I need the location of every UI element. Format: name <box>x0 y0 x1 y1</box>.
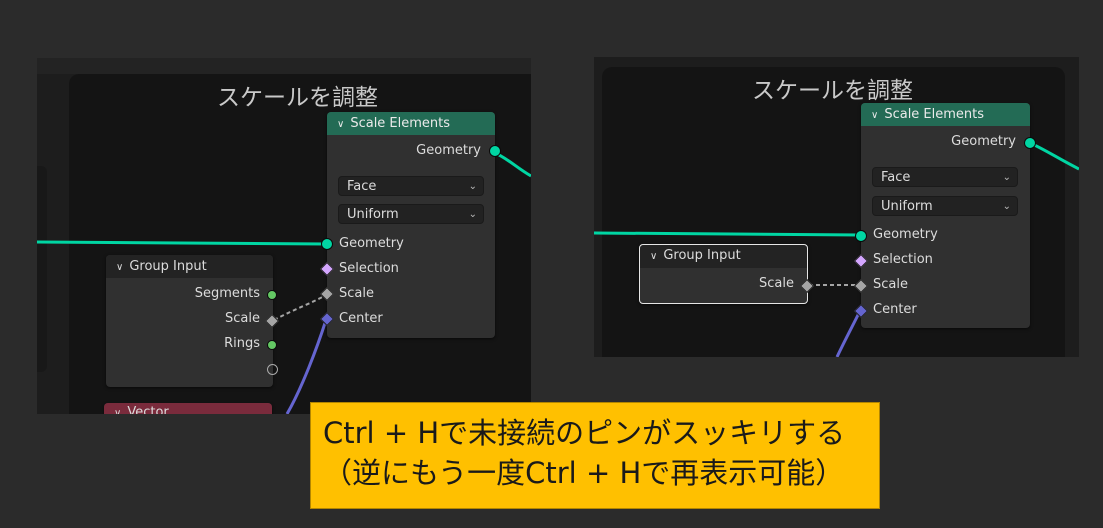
geometry-output-socket[interactable] <box>489 145 501 157</box>
node-title: Group Input <box>663 248 741 263</box>
callout-line-2: （逆にもう一度Ctrl + Hで再表示可能） <box>323 456 845 490</box>
input-label: Center <box>873 302 917 317</box>
domain-dropdown[interactable]: Face ⌄ <box>338 176 484 196</box>
annotation-callout: Ctrl + Hで未接続のピンがスッキリする （逆にもう一度Ctrl + Hで再… <box>310 402 880 509</box>
input-label: Scale <box>873 277 908 292</box>
node-header[interactable]: ∨ Scale Elements <box>861 103 1030 126</box>
center-vector-wire <box>835 310 862 357</box>
geometry-output-wire <box>494 151 531 178</box>
dropdown-arrow-icon: ⌄ <box>1002 201 1011 212</box>
chevron-down-icon[interactable]: ∨ <box>337 113 344 136</box>
dropdown-arrow-icon: ⌄ <box>468 181 477 192</box>
input-label: Geometry <box>339 236 404 251</box>
input-label: Geometry <box>873 227 938 242</box>
callout-line-1: Ctrl + Hで未接続のピンがスッキリする <box>323 416 846 450</box>
output-geometry-label: Geometry <box>416 143 481 158</box>
mode-dropdown[interactable]: Uniform ⌄ <box>872 196 1018 216</box>
node-title: Vector <box>127 405 169 414</box>
node-header[interactable]: ∨ Scale Elements <box>327 112 495 135</box>
input-label: Selection <box>339 261 399 276</box>
output-label: Scale <box>759 276 794 291</box>
output-label: Rings <box>224 336 260 351</box>
chevron-down-icon[interactable]: ∨ <box>116 256 123 279</box>
chevron-down-icon[interactable]: ∨ <box>871 104 878 127</box>
empty-socket[interactable] <box>267 364 278 375</box>
scale-wire <box>273 294 327 321</box>
input-label: Selection <box>873 252 933 267</box>
node-title: Scale Elements <box>884 107 985 122</box>
node-header[interactable]: ∨ Group Input <box>106 255 273 278</box>
node-title: Scale Elements <box>350 116 451 131</box>
vector-node[interactable]: ∨ Vector <box>104 403 272 414</box>
geometry-input-socket[interactable] <box>855 230 867 242</box>
segments-socket[interactable] <box>267 290 277 300</box>
output-label: Scale <box>225 311 260 326</box>
geometry-input-wire <box>37 240 328 246</box>
node-header[interactable]: ∨ Group Input <box>640 245 807 268</box>
geometry-output-wire <box>1029 141 1079 171</box>
center-vector-wire <box>285 319 328 414</box>
input-label: Center <box>339 311 383 326</box>
input-label: Scale <box>339 286 374 301</box>
output-geometry-label: Geometry <box>951 134 1016 149</box>
group-input-node[interactable]: ∨ Group Input Segments Scale Rings <box>106 255 280 387</box>
tutorial-screenshot: { "left": { "frame_title": "スケールを調整", "s… <box>0 0 1103 528</box>
group-input-node[interactable]: ∨ Group Input Scale <box>639 244 815 304</box>
chevron-down-icon[interactable]: ∨ <box>114 404 121 414</box>
geometry-input-wire <box>594 231 862 237</box>
node-header[interactable]: ∨ Vector <box>104 403 272 414</box>
scale-elements-node[interactable]: ∨ Scale Elements Geometry Face ⌄ Uniform ⌄ … <box>319 112 501 338</box>
left-node-editor[interactable]: スケールを調整 ∨ Scale Elements Geometry Face ⌄ U… <box>37 58 531 414</box>
chevron-down-icon[interactable]: ∨ <box>650 246 657 267</box>
dropdown-arrow-icon: ⌄ <box>1002 172 1011 183</box>
geometry-input-socket[interactable] <box>321 238 333 250</box>
right-node-editor[interactable]: スケールを調整 ∨ Scale Elements Geometry Face ⌄ U… <box>594 57 1079 357</box>
output-label: Segments <box>194 286 260 301</box>
node-title: Group Input <box>129 259 207 274</box>
scale-elements-node[interactable]: ∨ Scale Elements Geometry Face ⌄ Uniform ⌄ … <box>853 103 1036 328</box>
domain-dropdown[interactable]: Face ⌄ <box>872 167 1018 187</box>
dropdown-arrow-icon: ⌄ <box>468 209 477 220</box>
geometry-output-socket[interactable] <box>1024 137 1036 149</box>
mode-dropdown[interactable]: Uniform ⌄ <box>338 204 484 224</box>
rings-socket[interactable] <box>267 340 277 350</box>
